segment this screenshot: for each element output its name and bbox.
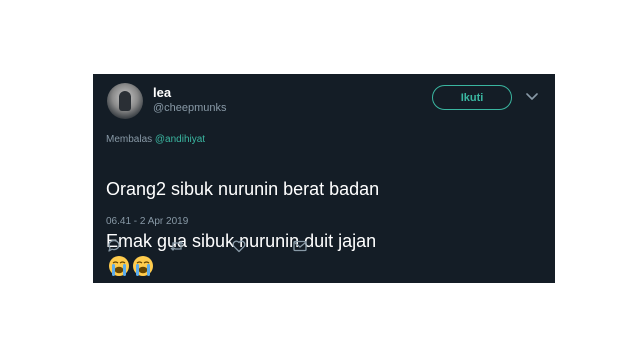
retweet-icon[interactable] [169,238,185,254]
user-handle[interactable]: @cheepmunks [153,102,227,114]
loudly-crying-face-icon [109,256,129,276]
chevron-down-icon[interactable] [526,92,538,102]
message-icon[interactable] [292,238,308,254]
display-name[interactable]: lea [153,85,171,100]
tweet-text-line-1: Orang2 sibuk nurunin berat badan [106,179,380,199]
loudly-crying-face-icon [133,256,153,276]
tweet-text: Orang2 sibuk nurunin berat badan Emak gu… [106,150,546,280]
avatar[interactable] [107,83,143,119]
reply-mention-link[interactable]: @andihiyat [155,134,205,145]
tweet-card: lea @cheepmunks Ikuti Membalas @andihiya… [93,74,555,283]
reply-context: Membalas @andihiyat [106,134,205,145]
reply-prefix: Membalas [106,134,155,145]
follow-button[interactable]: Ikuti [432,85,512,110]
like-icon[interactable] [231,238,247,254]
reply-icon[interactable] [106,238,122,254]
tweet-timestamp[interactable]: 06.41 - 2 Apr 2019 [106,216,188,227]
